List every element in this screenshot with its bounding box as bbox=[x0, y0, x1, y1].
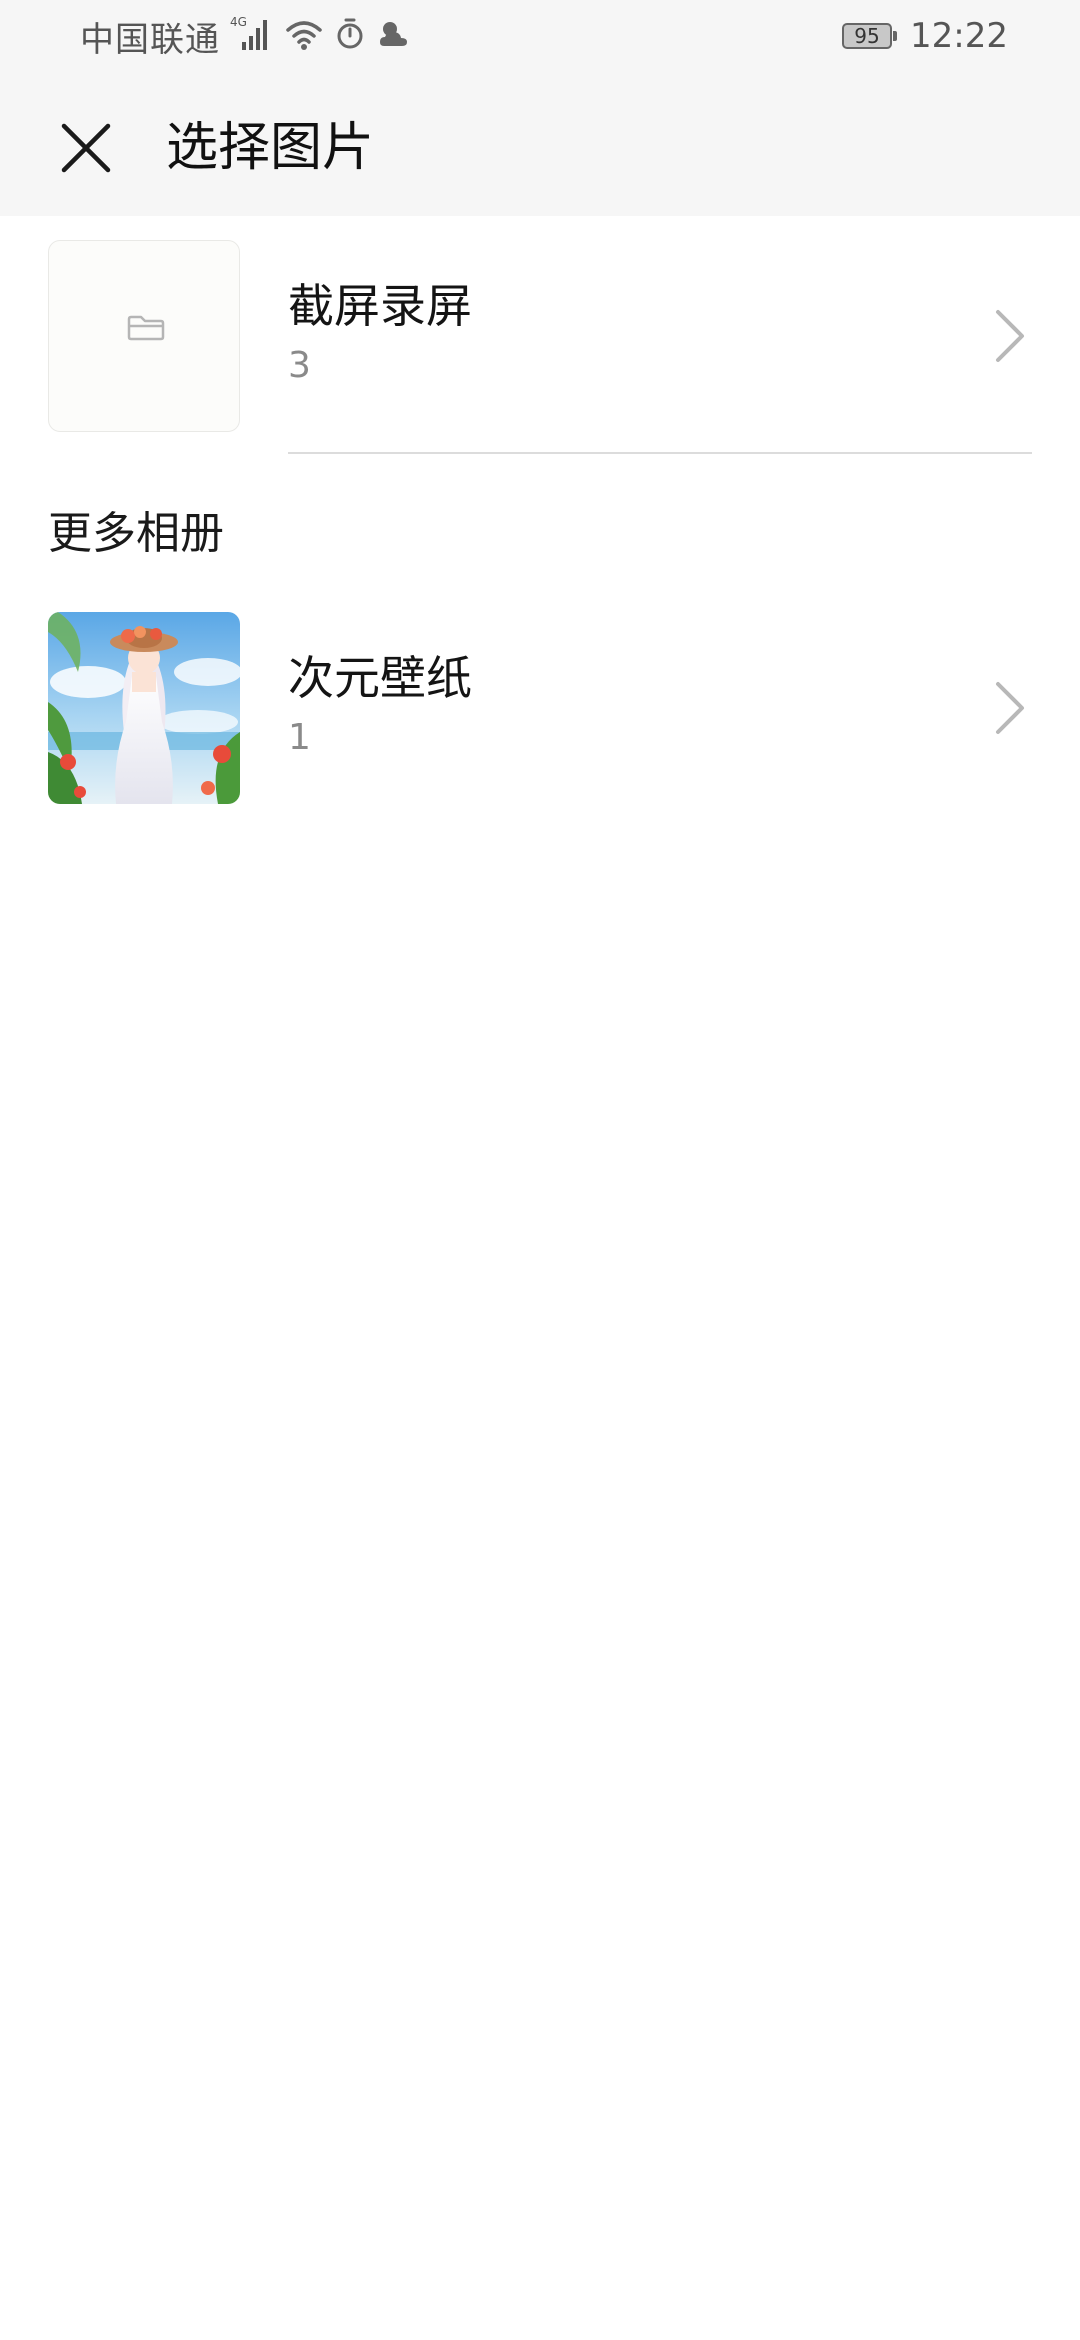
status-right: 95 12:22 bbox=[842, 14, 1008, 58]
album-thumbnail bbox=[48, 240, 240, 432]
album-name: 次元壁纸 bbox=[288, 651, 472, 705]
album-thumbnail bbox=[48, 612, 240, 804]
chevron-right-icon bbox=[996, 310, 1024, 362]
signal-icon: 4G bbox=[230, 14, 274, 58]
folder-icon bbox=[127, 315, 165, 341]
network-type-label: 4G bbox=[230, 15, 247, 29]
weather-icon bbox=[376, 18, 412, 54]
battery-level: 95 bbox=[854, 24, 880, 48]
page-title: 选择图片 bbox=[166, 118, 375, 178]
album-count: 1 bbox=[288, 717, 311, 758]
anime-wallpaper-image bbox=[48, 612, 240, 804]
album-row-anime-wallpaper[interactable]: 次元壁纸 1 bbox=[0, 612, 1080, 804]
close-icon bbox=[61, 123, 111, 173]
status-bar: 中国联通 4G 95 12:22 bbox=[0, 0, 1080, 72]
section-header-more-albums: 更多相册 bbox=[48, 508, 224, 559]
wifi-icon bbox=[284, 16, 324, 56]
app-bar: 选择图片 bbox=[0, 72, 1080, 216]
divider bbox=[288, 452, 1032, 454]
close-button[interactable] bbox=[50, 112, 122, 184]
album-name: 截屏录屏 bbox=[288, 279, 472, 333]
album-row-screenshots[interactable]: 截屏录屏 3 bbox=[0, 240, 1080, 432]
clock: 12:22 bbox=[910, 16, 1008, 56]
album-count: 3 bbox=[288, 345, 311, 386]
alarm-icon bbox=[334, 17, 366, 55]
chevron-right-icon bbox=[996, 682, 1024, 734]
carrier-label: 中国联通 bbox=[80, 19, 220, 60]
battery-icon: 95 bbox=[842, 23, 898, 49]
status-left: 中国联通 4G bbox=[80, 14, 412, 60]
